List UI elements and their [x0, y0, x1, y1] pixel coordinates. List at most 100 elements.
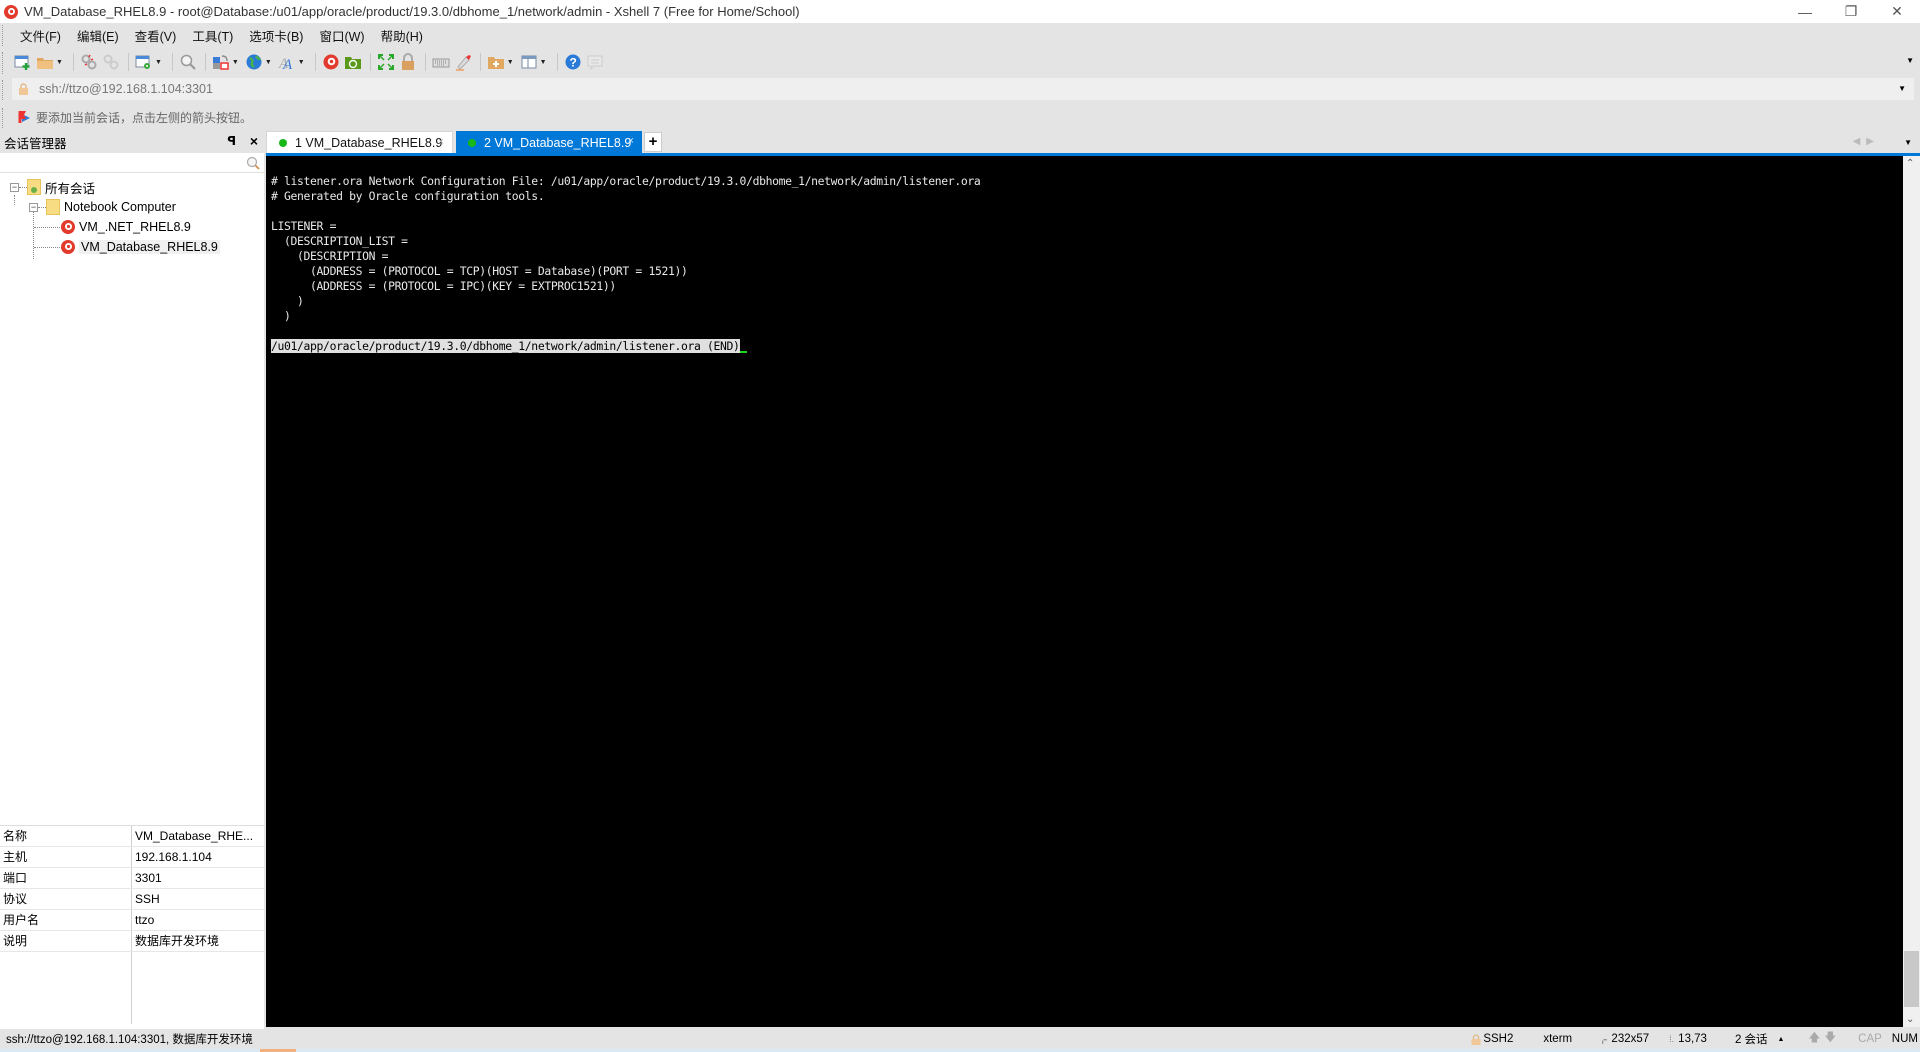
chevron-down-icon[interactable]: ▼	[232, 59, 239, 66]
status-protocol-label: SSH2	[1483, 1033, 1514, 1045]
highlighter-button[interactable]	[454, 51, 472, 73]
close-tab-icon[interactable]: ×	[628, 135, 634, 147]
arrow-up-icon[interactable]: 🡅	[1808, 1030, 1820, 1049]
scroll-up-icon[interactable]: ⌃	[1906, 158, 1914, 169]
new-folder-button[interactable]: ▼	[487, 51, 516, 73]
tab-label: 1 VM_Database_RHEL8.9	[295, 136, 443, 150]
disconnect-button[interactable]	[80, 51, 98, 73]
tree-item-session[interactable]: VM_.NET_RHEL8.9	[0, 217, 264, 237]
property-value: SSH	[135, 892, 160, 906]
hint-bar: 要添加当前会话，点击左侧的箭头按钮。	[0, 106, 1920, 128]
tab-scroll-arrows-icon[interactable]: ◀▶	[1853, 136, 1880, 147]
toolbar-separator	[171, 53, 173, 71]
minimize-button[interactable]: —	[1782, 0, 1828, 23]
menu-tools[interactable]: 工具(T)	[192, 26, 233, 45]
toolbar: ▼ ▼ ▼ ▼ AA ▼ ▼ ▼ ? ▼	[0, 48, 1920, 76]
open-button[interactable]: ▼	[36, 51, 65, 73]
scrollbar-thumb[interactable]	[1904, 951, 1919, 1007]
chevron-down-icon[interactable]: ▼	[56, 59, 63, 66]
session-icon	[61, 220, 75, 234]
terminal-line: (ADDRESS = (PROTOCOL = IPC)(KEY = EXTPRO…	[271, 279, 616, 293]
fullscreen-icon	[377, 54, 394, 70]
close-button[interactable]: ✕	[1874, 0, 1920, 23]
menu-file[interactable]: 文件(F)	[20, 26, 61, 45]
find-button[interactable]	[179, 51, 197, 73]
toolbar-grip[interactable]	[2, 52, 4, 74]
search-icon[interactable]	[246, 156, 260, 170]
keyboard-button[interactable]	[432, 51, 450, 73]
help-button[interactable]: ?	[564, 51, 582, 73]
xftp-button[interactable]	[344, 51, 362, 73]
highlighter-icon	[455, 55, 471, 71]
window-title: VM_Database_RHEL8.9 - root@Database:/u01…	[24, 4, 800, 19]
menu-tabs[interactable]: 选项卡(B)	[249, 26, 303, 45]
address-bar[interactable]: ssh://ttzo@192.168.1.104:3301 ▼	[12, 78, 1914, 100]
tree-item-notebook-computer[interactable]: − Notebook Computer	[0, 197, 264, 217]
status-size: ⌌ 232x57	[1598, 1032, 1649, 1046]
tree-item-all-sessions[interactable]: − 所有会话	[0, 177, 264, 197]
menubar-grip[interactable]	[2, 25, 4, 46]
menu-bar: 文件(F) 编辑(E) 查看(V) 工具(T) 选项卡(B) 窗口(W) 帮助(…	[0, 23, 1920, 48]
disconnect-icon	[81, 54, 97, 70]
menu-view[interactable]: 查看(V)	[135, 26, 177, 45]
terminal-cursor	[739, 351, 747, 353]
layout-button[interactable]: ▼	[520, 51, 549, 73]
terminal-scrollbar[interactable]: ⌃ ⌄	[1903, 156, 1920, 1027]
new-folder-icon	[487, 57, 504, 69]
tree-item-session-selected[interactable]: VM_Database_RHEL8.9	[0, 237, 264, 257]
toolbar-overflow-icon[interactable]: ▼	[1906, 56, 1914, 65]
add-tab-button[interactable]: +	[644, 132, 662, 152]
property-row: 协议 SSH	[0, 889, 264, 910]
collapse-icon[interactable]: −	[10, 182, 19, 192]
properties-button[interactable]: ▼	[135, 51, 164, 73]
session-search-input[interactable]	[0, 153, 264, 172]
chevron-down-icon[interactable]: ▼	[298, 59, 305, 66]
globe-button[interactable]: ▼	[245, 51, 274, 73]
new-session-button[interactable]	[14, 51, 32, 73]
property-key: 主机	[0, 847, 132, 867]
connected-status-icon	[468, 138, 476, 147]
address-dropdown-icon[interactable]: ▼	[1898, 84, 1906, 93]
terminal-line: (ADDRESS = (PROTOCOL = TCP)(HOST = Datab…	[271, 264, 688, 278]
fullscreen-button[interactable]	[377, 51, 395, 73]
lock-button[interactable]	[399, 51, 417, 73]
chevron-down-icon[interactable]: ▼	[540, 59, 547, 66]
add-session-arrow-icon[interactable]	[18, 110, 32, 124]
addressbar-grip[interactable]	[2, 80, 4, 100]
transfer-button[interactable]: ▼	[212, 51, 241, 73]
menu-help[interactable]: 帮助(H)	[381, 26, 423, 45]
pin-icon[interactable]: ꟼ	[227, 134, 236, 148]
tree-item-label: VM_Database_RHEL8.9	[79, 240, 220, 254]
xshell-logo-icon	[4, 4, 18, 19]
close-tab-icon[interactable]: ×	[438, 136, 444, 148]
menu-window[interactable]: 窗口(W)	[319, 26, 364, 45]
tab-session-1[interactable]: 1 VM_Database_RHEL8.9 ×	[266, 131, 453, 154]
reconnect-button[interactable]	[102, 51, 120, 73]
lock-icon	[1471, 1033, 1481, 1045]
tab-session-2[interactable]: 2 VM_Database_RHEL8.9 ×	[456, 131, 642, 154]
chevron-down-icon[interactable]: ▼	[507, 59, 514, 66]
terminal-output[interactable]: # listener.ora Network Configuration Fil…	[266, 156, 1903, 1027]
terminal-line: # listener.ora Network Configuration Fil…	[271, 174, 981, 188]
lock-icon	[401, 53, 414, 70]
status-sessions[interactable]: 2 会话 ▲	[1735, 1031, 1785, 1047]
xshell-button[interactable]	[322, 51, 340, 73]
sessions-up-icon[interactable]: ▲	[1778, 1036, 1785, 1043]
chevron-down-icon[interactable]: ▼	[265, 59, 272, 66]
collapse-icon[interactable]: −	[29, 202, 38, 212]
status-num: NUM	[1891, 1033, 1918, 1045]
tab-list-dropdown-icon[interactable]: ▼	[1904, 138, 1912, 147]
chat-button[interactable]	[586, 51, 604, 73]
arrow-down-icon[interactable]: 🡇	[1824, 1030, 1836, 1049]
restore-button[interactable]: ❐	[1828, 0, 1874, 23]
tree-connector	[34, 246, 60, 248]
chevron-down-icon[interactable]: ▼	[155, 59, 162, 66]
menu-edit[interactable]: 编辑(E)	[77, 26, 119, 45]
close-panel-icon[interactable]: ×	[250, 133, 258, 149]
prev-next-session[interactable]: 🡅 🡇	[1808, 1030, 1836, 1049]
scroll-down-icon[interactable]: ⌄	[1906, 1014, 1914, 1025]
resize-icon: ⌌	[1598, 1034, 1608, 1046]
address-value[interactable]: ssh://ttzo@192.168.1.104:3301	[39, 82, 213, 96]
font-button[interactable]: AA ▼	[278, 51, 307, 73]
